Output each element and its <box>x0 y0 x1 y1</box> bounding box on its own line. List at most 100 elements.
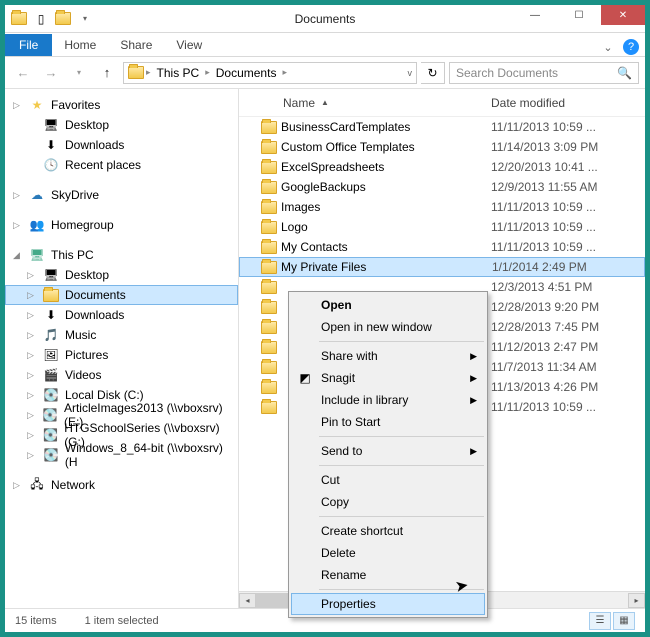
nav-homegroup[interactable]: ▷👥Homegroup <box>5 215 238 235</box>
file-date: 12/28/2013 9:20 PM <box>485 300 645 314</box>
file-date: 11/13/2013 4:26 PM <box>485 380 645 394</box>
tab-home[interactable]: Home <box>52 34 108 56</box>
cm-copy[interactable]: Copy <box>291 491 485 513</box>
cm-cut[interactable]: Cut <box>291 469 485 491</box>
back-button[interactable]: ← <box>11 61 35 85</box>
cm-include-library[interactable]: Include in library▶ <box>291 389 485 411</box>
nav-pc-videos[interactable]: ▷🎬Videos <box>5 365 238 385</box>
scroll-right-icon[interactable]: ▸ <box>628 593 645 608</box>
sort-asc-icon: ▲ <box>321 98 329 107</box>
breadcrumb-dropdown-icon[interactable]: v <box>408 68 413 78</box>
recent-dropdown[interactable]: ▾ <box>67 61 91 85</box>
cm-open-new-window[interactable]: Open in new window <box>291 316 485 338</box>
cloud-icon: ☁ <box>29 187 45 203</box>
breadcrumb[interactable]: ▸ This PC ▸ Documents ▸ v <box>123 62 417 84</box>
folder-icon <box>261 341 277 354</box>
nav-recent[interactable]: 🕓Recent places <box>5 155 238 175</box>
maximize-button[interactable]: ☐ <box>557 5 601 25</box>
file-date: 11/11/2013 10:59 ... <box>485 220 645 234</box>
column-date[interactable]: Date modified <box>485 96 645 110</box>
file-date: 11/11/2013 10:59 ... <box>485 400 645 414</box>
up-button[interactable]: ↑ <box>95 61 119 85</box>
nav-pc-desktop[interactable]: ▷🖥Desktop <box>5 265 238 285</box>
nav-pc-music[interactable]: ▷🎵Music <box>5 325 238 345</box>
file-row[interactable]: ExcelSpreadsheets12/20/2013 10:41 ... <box>239 157 645 177</box>
nav-network[interactable]: ▷🖧Network <box>5 475 238 495</box>
ribbon-tabs: File Home Share View ⌄ ? <box>5 33 645 57</box>
crumb-thispc[interactable]: This PC <box>153 66 204 80</box>
nav-thispc[interactable]: ◢🖥This PC <box>5 245 238 265</box>
folder-icon <box>261 221 277 234</box>
column-name[interactable]: Name▲ <box>239 96 485 110</box>
file-row[interactable]: GoogleBackups12/9/2013 11:55 AM <box>239 177 645 197</box>
file-name: GoogleBackups <box>281 180 366 194</box>
file-name: BusinessCardTemplates <box>281 120 410 134</box>
cm-snagit[interactable]: ◩Snagit▶ <box>291 367 485 389</box>
search-box[interactable]: Search Documents 🔍 <box>449 62 639 84</box>
tab-share[interactable]: Share <box>108 34 164 56</box>
desktop-icon: 🖥 <box>43 117 59 133</box>
file-date: 1/1/2014 2:49 PM <box>486 260 644 274</box>
file-row[interactable]: BusinessCardTemplates11/11/2013 10:59 ..… <box>239 117 645 137</box>
cm-separator <box>319 516 484 517</box>
view-large-button[interactable]: ▦ <box>613 612 635 630</box>
pc-icon: 🖥 <box>29 247 45 263</box>
recent-icon: 🕓 <box>43 157 59 173</box>
submenu-arrow-icon: ▶ <box>470 351 477 362</box>
view-details-button[interactable]: ☰ <box>589 612 611 630</box>
nav-pc-downloads[interactable]: ▷⬇Downloads <box>5 305 238 325</box>
navigation-pane[interactable]: ▷★Favorites 🖥Desktop ⬇Downloads 🕓Recent … <box>5 89 239 608</box>
folder-icon <box>261 261 277 274</box>
folder-app-icon <box>9 9 29 29</box>
file-row[interactable]: My Contacts11/11/2013 10:59 ... <box>239 237 645 257</box>
cm-open[interactable]: Open <box>291 294 485 316</box>
qat-dropdown-icon[interactable]: ▾ <box>75 9 95 29</box>
scroll-left-icon[interactable]: ◂ <box>239 593 256 608</box>
refresh-button[interactable]: ↻ <box>421 62 445 84</box>
star-icon: ★ <box>29 97 45 113</box>
folder-icon <box>261 381 277 394</box>
folder-icon <box>261 121 277 134</box>
nav-pc-documents[interactable]: ▷Documents <box>5 285 238 305</box>
folder-icon <box>261 401 277 414</box>
column-headers: Name▲ Date modified <box>239 89 645 117</box>
nav-downloads[interactable]: ⬇Downloads <box>5 135 238 155</box>
file-row[interactable]: Logo 11/11/2013 10:59 ... <box>239 217 645 237</box>
tab-view[interactable]: View <box>164 34 214 56</box>
qat-newfolder-icon[interactable] <box>53 9 73 29</box>
file-row[interactable]: My Private Files1/1/2014 2:49 PM <box>239 257 645 277</box>
nav-skydrive[interactable]: ▷☁SkyDrive <box>5 185 238 205</box>
crumb-documents[interactable]: Documents <box>212 66 281 80</box>
file-date: 12/28/2013 7:45 PM <box>485 320 645 334</box>
netdrive-icon: 💽 <box>43 427 59 443</box>
desktop-icon: 🖥 <box>43 267 59 283</box>
cm-create-shortcut[interactable]: Create shortcut <box>291 520 485 542</box>
nav-desktop[interactable]: 🖥Desktop <box>5 115 238 135</box>
drive-icon: 💽 <box>43 387 59 403</box>
help-icon[interactable]: ? <box>623 39 639 55</box>
qat-properties-icon[interactable]: ▯ <box>31 9 51 29</box>
file-row[interactable]: Custom Office Templates11/14/2013 3:09 P… <box>239 137 645 157</box>
cm-pin-start[interactable]: Pin to Start <box>291 411 485 433</box>
expand-ribbon-icon[interactable]: ⌄ <box>599 38 617 56</box>
nav-favorites[interactable]: ▷★Favorites <box>5 95 238 115</box>
forward-button[interactable]: → <box>39 61 63 85</box>
context-menu: Open Open in new window Share with▶ ◩Sna… <box>288 291 488 618</box>
cm-delete[interactable]: Delete <box>291 542 485 564</box>
file-date: 11/7/2013 11:34 AM <box>485 360 645 374</box>
file-tab[interactable]: File <box>5 34 52 56</box>
folder-icon <box>261 281 277 294</box>
file-date: 12/3/2013 4:51 PM <box>485 280 645 294</box>
music-icon: 🎵 <box>43 327 59 343</box>
nav-pc-hdrive[interactable]: ▷💽Windows_8_64-bit (\\vboxsrv) (H <box>5 445 238 465</box>
file-row[interactable]: Images11/11/2013 10:59 ... <box>239 197 645 217</box>
nav-pc-pictures[interactable]: ▷🖼Pictures <box>5 345 238 365</box>
close-button[interactable]: ✕ <box>601 5 645 25</box>
minimize-button[interactable]: — <box>513 5 557 25</box>
file-name: Logo <box>281 220 308 234</box>
cm-send-to[interactable]: Send to▶ <box>291 440 485 462</box>
cm-share-with[interactable]: Share with▶ <box>291 345 485 367</box>
window-buttons: — ☐ ✕ <box>513 5 645 25</box>
file-name: Images <box>281 200 320 214</box>
address-bar: ← → ▾ ↑ ▸ This PC ▸ Documents ▸ v ↻ Sear… <box>5 57 645 89</box>
